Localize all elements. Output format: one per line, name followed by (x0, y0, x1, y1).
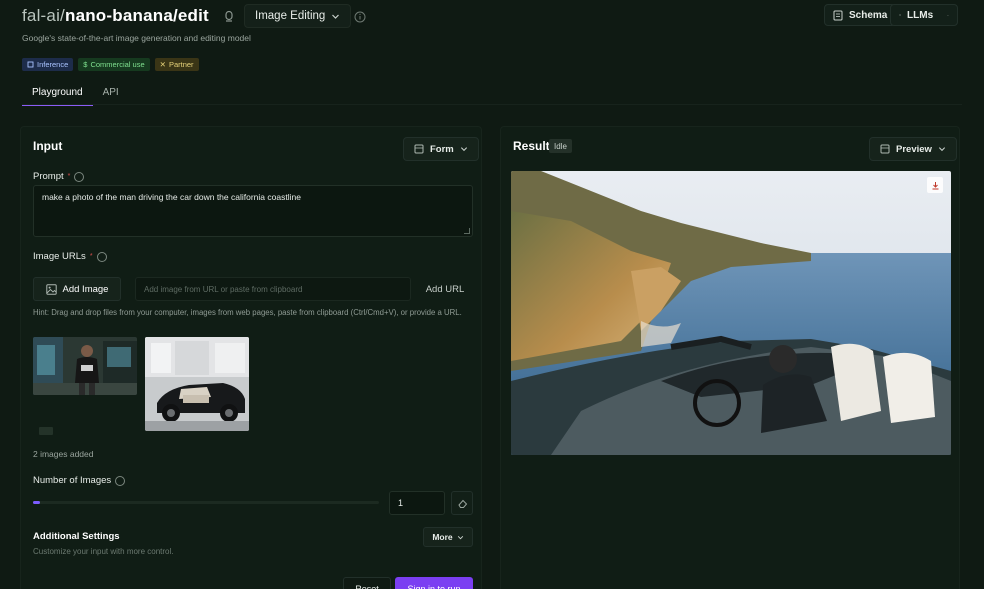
inference-badge-label: Inference (37, 60, 69, 69)
image-thumbnail[interactable] (33, 337, 137, 395)
prompt-input[interactable]: make a photo of the man driving the car … (33, 185, 473, 237)
run-button[interactable]: Sign in to run (395, 577, 473, 589)
llms-label: LLMs (907, 9, 934, 21)
preview-dropdown[interactable]: Preview (869, 137, 957, 161)
category-dropdown[interactable]: Image Editing (244, 4, 352, 28)
commercial-badge-label: Commercial use (90, 60, 145, 69)
input-title: Input (33, 139, 63, 153)
preview-icon (880, 144, 890, 154)
image-url-placeholder: Add image from URL or paste from clipboa… (144, 284, 303, 294)
prompt-label: Prompt (33, 171, 64, 182)
document-icon (833, 10, 843, 20)
info-icon[interactable] (74, 171, 85, 182)
download-icon[interactable] (927, 177, 943, 193)
reset-button[interactable]: Reset (343, 577, 391, 589)
copy-icon[interactable] (222, 10, 236, 24)
thumbnail-tag (39, 427, 53, 435)
result-image[interactable] (511, 171, 951, 455)
form-mode-dropdown[interactable]: Form (403, 137, 479, 161)
result-panel: Result Idle Preview (500, 126, 960, 589)
upload-hint: Hint: Drag and drop files from your comp… (33, 308, 462, 317)
add-url-button[interactable]: Add URL (417, 277, 473, 301)
image-thumbnail[interactable] (145, 337, 249, 431)
chevron-down-icon (460, 147, 467, 152)
schema-label: Schema (849, 9, 888, 21)
required-marker: * (67, 173, 71, 180)
add-image-button[interactable]: Add Image (33, 277, 121, 301)
tab-divider (22, 104, 962, 105)
sparkle-icon (899, 14, 901, 16)
tab-api[interactable]: API (93, 84, 129, 106)
num-images-label-row: Number of Images (33, 475, 126, 486)
tab-bar: Playground API (22, 84, 129, 106)
image-url-input[interactable]: Add image from URL or paste from clipboa… (135, 277, 411, 301)
tab-playground[interactable]: Playground (22, 84, 93, 106)
handshake-icon: ✕ (159, 60, 166, 69)
reset-value-button[interactable] (451, 491, 473, 515)
chevron-down-icon (938, 147, 945, 152)
preview-label: Preview (896, 143, 932, 155)
required-marker: * (89, 253, 93, 260)
model-owner: fal-ai/ (22, 6, 65, 25)
llms-button[interactable]: LLMs (890, 4, 958, 26)
badge-row: Inference $ Commercial use ✕ Partner (22, 58, 199, 71)
prompt-label-row: Prompt * (33, 171, 85, 182)
partner-badge-label: Partner (168, 60, 194, 69)
dollar-icon: $ (83, 60, 88, 69)
add-image-label: Add Image (62, 283, 109, 295)
additional-settings-title: Additional Settings (33, 531, 120, 542)
partner-badge: ✕ Partner (154, 58, 199, 71)
category-label: Image Editing (255, 10, 326, 22)
slider-fill (33, 501, 40, 504)
more-button[interactable]: More (423, 527, 473, 547)
num-images-input[interactable]: 1 (389, 491, 445, 515)
model-title: fal-ai/nano-banana/edit (22, 6, 209, 26)
schema-button[interactable]: Schema (824, 4, 897, 26)
chevron-down-icon (332, 14, 340, 19)
inference-badge: Inference (22, 58, 74, 71)
result-title: Result (513, 139, 550, 153)
info-icon[interactable] (354, 10, 366, 23)
prompt-value: make a photo of the man driving the car … (42, 192, 301, 202)
eraser-icon (457, 499, 467, 508)
chevron-down-icon (457, 535, 463, 539)
info-icon[interactable] (96, 251, 107, 262)
model-subtitle: Google's state-of-the-art image generati… (22, 33, 251, 43)
num-images-value: 1 (398, 498, 404, 508)
num-images-label: Number of Images (33, 475, 112, 486)
cpu-icon (27, 61, 34, 68)
image-urls-label: Image URLs (33, 251, 86, 262)
chevron-down-icon (947, 14, 949, 16)
additional-settings-subtitle: Customize your input with more control. (33, 547, 174, 556)
image-icon (45, 283, 57, 295)
image-urls-label-row: Image URLs * (33, 251, 107, 262)
form-icon (414, 144, 424, 154)
model-name: nano-banana/edit (64, 6, 209, 25)
resize-handle-icon[interactable] (464, 228, 470, 234)
status-badge: Idle (549, 139, 572, 153)
form-mode-label: Form (430, 143, 454, 155)
commercial-badge: $ Commercial use (78, 58, 150, 71)
top-header: fal-ai/nano-banana/edit Image Editing Go… (0, 0, 984, 128)
images-count: 2 images added (33, 449, 94, 459)
info-icon[interactable] (115, 475, 126, 486)
num-images-slider[interactable] (33, 501, 379, 504)
input-panel: Input Form Prompt * make a photo of the … (20, 126, 482, 589)
more-label: More (432, 532, 453, 542)
